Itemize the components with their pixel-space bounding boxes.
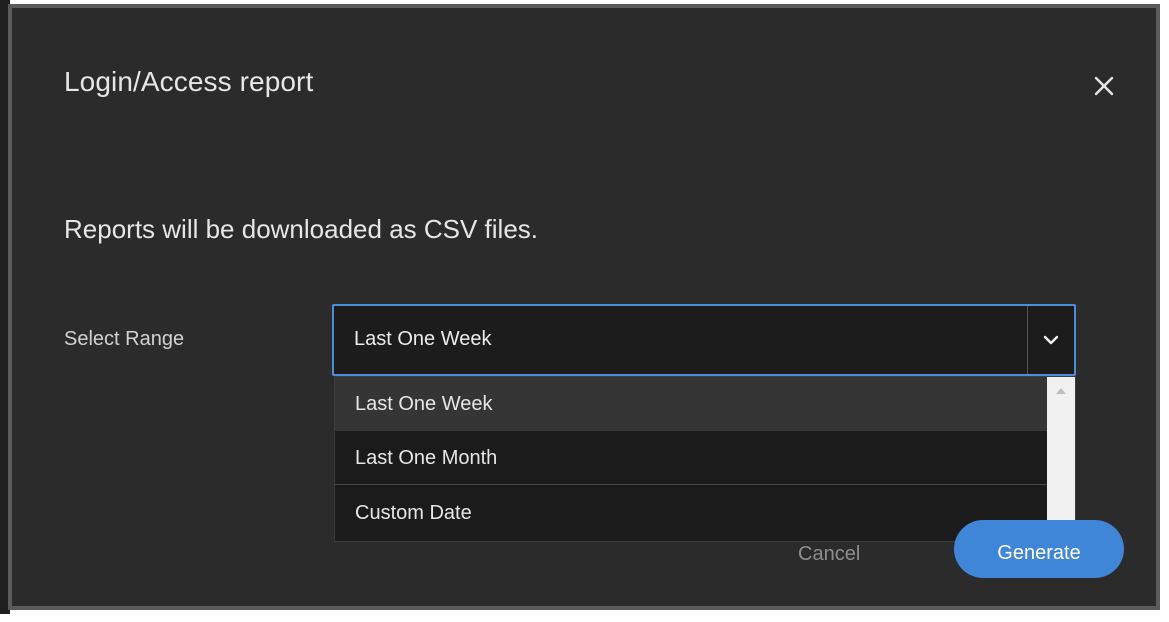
page: Login/Access report Reports will be down… (0, 0, 1169, 622)
option-last-one-week[interactable]: Last One Week (335, 377, 1047, 431)
generate-button[interactable]: Generate (954, 520, 1124, 578)
cancel-button[interactable]: Cancel (798, 534, 860, 574)
range-select[interactable]: Last One Week (332, 304, 1076, 376)
close-icon (1094, 76, 1114, 96)
range-select-value: Last One Week (354, 328, 492, 350)
close-button[interactable] (1088, 70, 1120, 102)
dropdown-scrollbar[interactable] (1047, 377, 1075, 541)
option-custom-date[interactable]: Custom Date (335, 486, 1047, 540)
range-options-list: Last One Week Last One Month Custom Date (334, 376, 1076, 542)
caret-up-icon (1056, 388, 1066, 394)
report-dialog: Login/Access report Reports will be down… (8, 4, 1160, 610)
scroll-up-arrow[interactable] (1047, 377, 1075, 405)
select-range-label: Select Range (64, 328, 185, 350)
dialog-title: Login/Access report (64, 66, 314, 97)
option-last-one-month[interactable]: Last One Month (335, 431, 1047, 485)
chevron-down-icon (1043, 335, 1059, 345)
dropdown-toggle[interactable] (1027, 306, 1074, 374)
dialog-description: Reports will be downloaded as CSV files. (64, 214, 539, 244)
